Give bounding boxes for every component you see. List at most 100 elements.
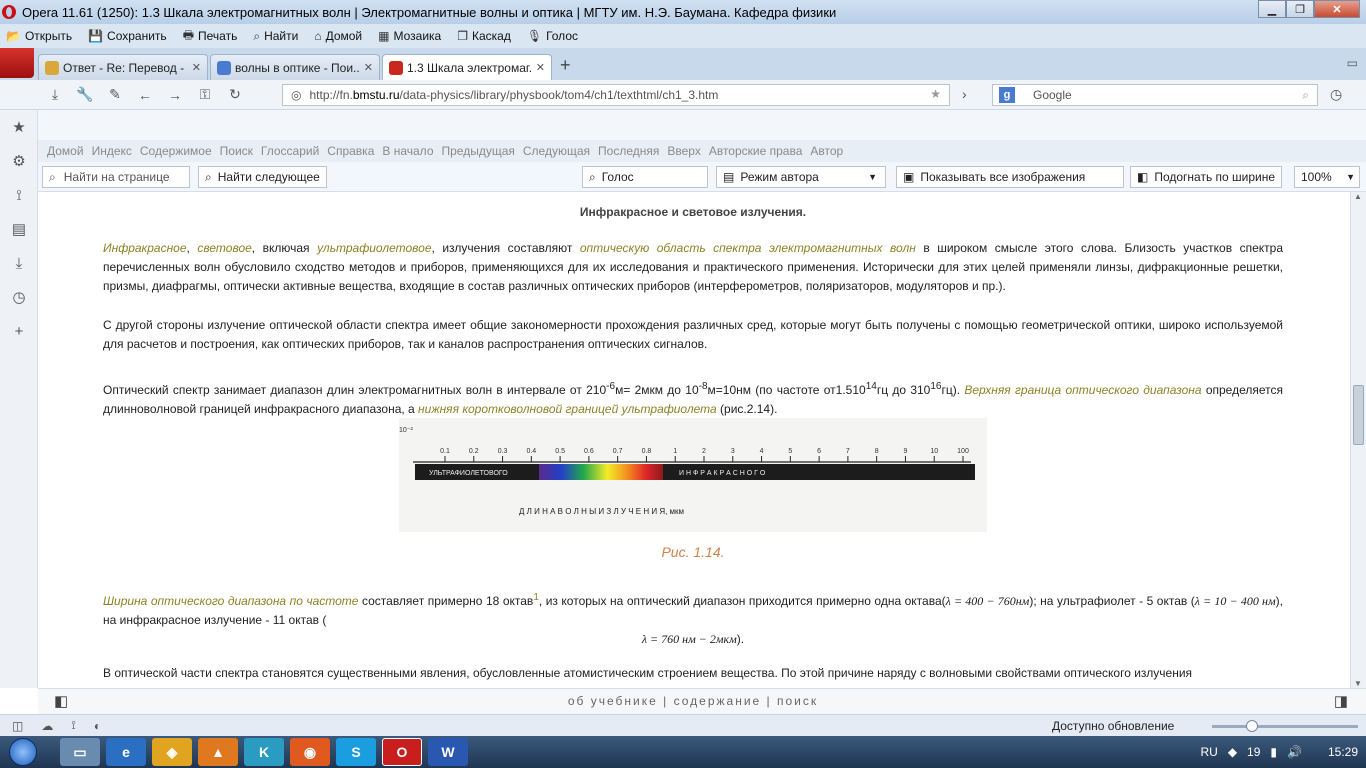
nav-link[interactable]: Вверх [667, 144, 700, 158]
url-field[interactable]: ◎ http://fn.bmstu.ru/data-physics/librar… [282, 84, 950, 106]
next-page-icon[interactable]: ◨ [1334, 692, 1348, 710]
ie-icon[interactable]: e [106, 738, 146, 766]
downloads-icon[interactable]: ⤓ [40, 86, 70, 103]
reload-icon[interactable]: ↻ [220, 86, 250, 103]
add-panel-icon[interactable]: + [0, 314, 38, 348]
term-link[interactable]: оптическую область спектра электромагнит… [580, 241, 916, 255]
bookmarks-star-icon[interactable]: ★ [0, 110, 38, 144]
downloads-icon[interactable]: ⤓ [0, 246, 38, 280]
zoom-select[interactable]: 100% ▼ [1294, 166, 1360, 188]
find-input[interactable]: ⌕ Найти на странице [42, 166, 190, 188]
vlc-icon[interactable]: ▲ [198, 738, 238, 766]
gear-icon[interactable]: ⚙ [0, 144, 38, 178]
term-link[interactable]: ультрафиолетовое [317, 241, 431, 255]
word-icon[interactable]: W [428, 738, 468, 766]
term-link[interactable]: световое [197, 241, 251, 255]
term-link[interactable]: Инфракрасное [103, 241, 187, 255]
term-link[interactable]: Верхняя граница оптического диапазона [964, 383, 1201, 397]
pen-icon[interactable]: ✎ [100, 86, 130, 103]
scroll-up-icon[interactable]: ▲ [1354, 192, 1362, 201]
opera-taskbar-icon[interactable]: O [382, 738, 422, 766]
author-mode-select[interactable]: ▤ Режим автора ▼ [716, 166, 886, 188]
update-notice[interactable]: Доступно обновление [1052, 719, 1174, 733]
calendar-icon[interactable]: 19 [1247, 745, 1260, 759]
tab-close-icon[interactable]: ✕ [364, 61, 373, 74]
contents-link[interactable]: содержание [674, 694, 762, 708]
tools-icon[interactable]: 🔧 [70, 86, 100, 103]
voice-button[interactable]: ⌕ Голос [582, 166, 708, 188]
print-button[interactable]: 🖶 Печать [183, 26, 238, 47]
skype-icon[interactable]: S [336, 738, 376, 766]
cascade-button[interactable]: ❐ Каскад [457, 29, 511, 43]
firefox-icon[interactable]: ◉ [290, 738, 330, 766]
k-app-icon[interactable]: K [244, 738, 284, 766]
minimize-button[interactable]: ▁ [1258, 0, 1286, 18]
nav-link[interactable]: В начало [382, 144, 433, 158]
volume-icon[interactable]: 🔊 [1287, 745, 1302, 759]
explorer-icon[interactable]: ▭ [60, 738, 100, 766]
zoom-slider-knob[interactable] [1246, 720, 1258, 732]
archiver-icon[interactable]: ◈ [152, 738, 192, 766]
tab-active[interactable]: 1.3 Шкала электромаг... ✕ [382, 54, 552, 80]
forward-icon[interactable]: → [160, 87, 190, 103]
term-link[interactable]: нижняя коротковолновой границей ультрафи… [418, 402, 717, 416]
nav-link[interactable]: Глоссарий [261, 144, 319, 158]
search-field[interactable]: g Google ⌕ [992, 84, 1318, 106]
tab-reply[interactable]: Ответ - Re: Перевод - ... ✕ [38, 54, 208, 80]
search-icon[interactable]: ⌕ [1302, 88, 1309, 103]
share-icon[interactable]: ⟟ [0, 178, 38, 212]
maximize-button[interactable]: ❐ [1286, 0, 1314, 18]
scroll-thumb[interactable] [1353, 385, 1364, 445]
tab-google-search[interactable]: волны в оптике - Пои... ✕ [210, 54, 380, 80]
about-book-link[interactable]: об учебнике [568, 694, 658, 708]
notes-icon[interactable]: ▤ [0, 212, 38, 246]
back-icon[interactable]: ← [130, 87, 160, 103]
tab-close-icon[interactable]: ✕ [536, 61, 545, 74]
turbo-icon[interactable]: ◐ [94, 719, 101, 733]
find-button[interactable]: ⌕ Найти [253, 29, 298, 44]
nav-link[interactable]: Справка [327, 144, 374, 158]
vertical-scrollbar[interactable]: ▲ ▼ [1350, 192, 1366, 688]
key-icon[interactable]: ⚿ [190, 86, 220, 103]
close-button[interactable]: ✕ [1314, 0, 1360, 18]
nav-link[interactable]: Следующая [523, 144, 590, 158]
unite-icon[interactable]: ☁ [41, 719, 53, 733]
new-tab-button[interactable]: + [560, 55, 571, 76]
nav-link[interactable]: Последняя [598, 144, 659, 158]
fit-width-button[interactable]: ◧ Подогнать по ширине [1130, 166, 1283, 188]
term-link[interactable]: Ширина оптического диапазона по частоте [103, 594, 358, 608]
nav-link[interactable]: Индекс [92, 144, 132, 158]
nav-link[interactable]: Поиск [220, 144, 253, 158]
scroll-down-icon[interactable]: ▼ [1354, 679, 1362, 688]
start-button[interactable] [0, 736, 46, 768]
history-icon[interactable]: ◷ [0, 280, 38, 314]
opera-menu-button[interactable] [0, 48, 34, 78]
nav-link[interactable]: Предыдущая [442, 144, 515, 158]
open-button[interactable]: 📂 Открыть [6, 29, 72, 43]
home-button[interactable]: ⌂ Домой [314, 29, 362, 43]
history-icon[interactable]: ◷ [1330, 86, 1342, 103]
tab-close-icon[interactable]: ✕ [192, 61, 201, 74]
share-icon[interactable]: ⟟ [71, 718, 75, 733]
google-icon[interactable]: g [999, 87, 1015, 103]
nav-link[interactable]: Содержимое [140, 144, 212, 158]
language-indicator[interactable]: RU [1200, 745, 1217, 759]
tile-button[interactable]: ▦ Мозаика [378, 29, 441, 43]
nav-link[interactable]: Авторские права [709, 144, 803, 158]
zoom-slider[interactable] [1212, 725, 1358, 728]
panel-toggle-icon[interactable]: ◫ [12, 719, 23, 733]
search-link[interactable]: поиск [777, 694, 818, 708]
voice-icon: ⌕ [589, 169, 596, 184]
nav-link[interactable]: Домой [47, 144, 84, 158]
show-images-button[interactable]: ▣ Показывать все изображения [896, 166, 1124, 188]
tray-status-icon[interactable]: ◆ [1228, 745, 1237, 759]
network-icon[interactable]: ▮ [1270, 745, 1277, 759]
voice-button[interactable]: 🎙 Голос [527, 29, 578, 43]
clock[interactable]: 15:29 [1328, 745, 1358, 759]
tab-menu-icon[interactable]: ▭ [1347, 56, 1358, 70]
find-next-button[interactable]: ⌕ Найти следующее [198, 166, 327, 188]
star-icon[interactable]: ★ [930, 87, 941, 101]
nav-link[interactable]: Автор [810, 144, 843, 158]
save-button[interactable]: 💾 Сохранить [88, 29, 167, 43]
forward-chevron-icon[interactable]: › [962, 86, 967, 102]
